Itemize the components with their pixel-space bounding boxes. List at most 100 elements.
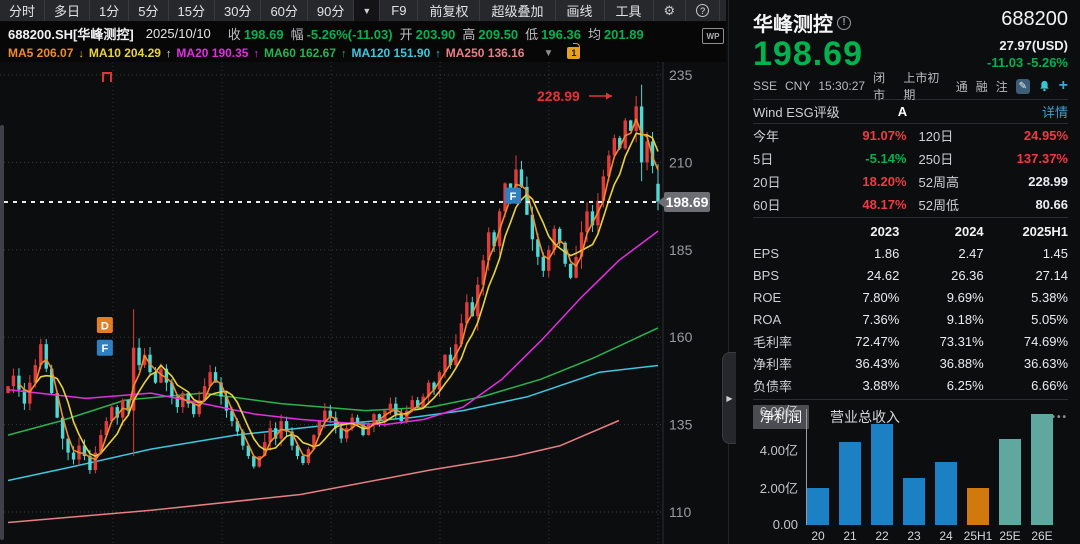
svg-text:D: D: [101, 320, 109, 332]
candlestick-chart[interactable]: 235210185160135110198.69228.99DFF: [0, 62, 726, 544]
toolbar-tab[interactable]: 分时: [0, 0, 45, 21]
status-item: 通: [956, 78, 968, 95]
toolbar-tab[interactable]: 画线: [556, 0, 605, 21]
stock-name: 华峰测控 !: [753, 8, 851, 37]
quote-field-value: -5.26%(-11.03): [307, 27, 393, 42]
performance-grid: 今年91.07%120日24.95%5日-5.14%250日137.37%20日…: [753, 124, 1068, 216]
add-icon[interactable]: +: [1059, 79, 1068, 93]
perf-label: 120日: [907, 124, 977, 147]
ma-legend-item: MA10 204.29: [89, 46, 161, 60]
quote-field-value: 201.89: [604, 27, 644, 42]
settings-button[interactable]: ⚙: [654, 0, 687, 21]
quote-field-label: 均: [588, 27, 601, 42]
trend-arrow-icon: ↓: [78, 48, 84, 60]
quote-field-value: 196.36: [541, 27, 581, 42]
bar-x-label: 20: [800, 529, 836, 543]
toolbar-tab[interactable]: 60分: [261, 0, 307, 21]
perf-label: 60日: [753, 193, 815, 216]
toolbar-tab[interactable]: 5分: [129, 0, 168, 21]
toolbar-tab[interactable]: F9: [380, 0, 418, 21]
financials-table: 202320242025H1EPS1.862.471.45BPS24.6226.…: [753, 217, 1068, 396]
perf-value: -5.14%: [815, 147, 907, 170]
ma-legend-item: MA250 136.16: [446, 46, 525, 60]
quote-date: 2025/10/10: [146, 26, 211, 41]
ma-legend-item: MA5 206.07: [8, 46, 73, 60]
bar[interactable]: [839, 442, 861, 525]
left-scrollbar[interactable]: [0, 125, 4, 540]
status-item: SSE: [753, 79, 777, 93]
play-icon: ▶: [726, 394, 732, 403]
esg-rating: A: [898, 104, 1042, 119]
toolbar-tab[interactable]: 1分: [90, 0, 129, 21]
fin-row-label: EPS: [753, 242, 815, 264]
chart-marker-f[interactable]: F: [97, 340, 113, 356]
status-row: SSECNY15:30:27闭市上市初期通融注✎+: [753, 76, 1068, 96]
edit-pencil-icon[interactable]: ✎: [1016, 79, 1030, 94]
fin-cell: 7.36%: [815, 308, 899, 330]
info-icon[interactable]: !: [837, 16, 851, 30]
ma-legend-items: MA5 206.07↓MA10 204.29↑MA20 190.35↑MA60 …: [8, 46, 529, 60]
fin-cell: 2.47: [899, 242, 983, 264]
bar[interactable]: [807, 488, 829, 525]
last-price-axis-label: 198.69: [666, 194, 709, 210]
toolbar-tab[interactable]: 30分: [215, 0, 261, 21]
fin-cell: 1.45: [984, 242, 1068, 264]
fin-cell: 74.69%: [984, 330, 1068, 352]
fin-row-label: ROE: [753, 286, 815, 308]
bar[interactable]: [999, 439, 1021, 525]
legend-collapse-icon[interactable]: ▼: [543, 48, 553, 59]
esg-detail-link[interactable]: 详情: [1042, 102, 1068, 121]
toolbar: 分时多日1分5分15分30分60分90分 ▼ F9前复权超级叠加画线工具 ⚙ ?…: [0, 0, 726, 22]
panel-expand-handle[interactable]: ▶: [722, 352, 736, 444]
status-item: CNY: [785, 79, 810, 93]
toolbar-tab[interactable]: 15分: [169, 0, 215, 21]
fin-year-header: 2023: [815, 220, 899, 242]
gear-icon: ⚙: [664, 3, 676, 19]
toolbar-tab[interactable]: 超级叠加: [480, 0, 555, 21]
ma-legend-item: MA20 190.35: [176, 46, 248, 60]
tool-tabs: F9前复权超级叠加画线工具: [380, 0, 653, 21]
bar[interactable]: [1031, 414, 1053, 525]
fin-cell: 36.88%: [899, 352, 983, 374]
perf-label: 5日: [753, 147, 815, 170]
perf-value: 137.37%: [977, 147, 1069, 170]
chart-marker-d[interactable]: D: [97, 317, 113, 333]
bar[interactable]: [967, 488, 989, 525]
toolbar-tab[interactable]: 多日: [45, 0, 90, 21]
fin-cell: 36.63%: [984, 352, 1068, 374]
fin-year-header: 2024: [899, 220, 983, 242]
price-axis-tick: 160: [669, 329, 693, 345]
bar[interactable]: [903, 478, 925, 525]
fin-cell: 3.88%: [815, 374, 899, 396]
fin-row-label: 毛利率: [753, 330, 815, 352]
help-icon: ?: [696, 4, 709, 17]
period-dropdown[interactable]: ▼: [354, 0, 380, 21]
chart-marker-f[interactable]: F: [505, 188, 521, 204]
bar-x-label: 24: [928, 529, 964, 543]
toolbar-tab[interactable]: 90分: [308, 0, 354, 21]
perf-value: 80.66: [977, 193, 1069, 216]
toolbar-tab[interactable]: 前复权: [418, 0, 480, 21]
bar-x-label: 26E: [1024, 529, 1060, 543]
bell-icon[interactable]: [1038, 79, 1051, 93]
fin-cell: 36.43%: [815, 352, 899, 374]
help-button[interactable]: ?: [686, 0, 720, 21]
unlock-icon[interactable]: 1: [567, 47, 580, 59]
quote-field-value: 209.50: [478, 27, 518, 42]
toolbar-tab[interactable]: 工具: [605, 0, 654, 21]
perf-label: 52周高: [907, 170, 977, 193]
fin-row-label: ROA: [753, 308, 815, 330]
bar[interactable]: [871, 424, 893, 525]
wp-monitor-icon[interactable]: WP: [702, 28, 724, 44]
status-item: 闭市: [873, 69, 895, 103]
status-item: 融: [976, 78, 988, 95]
bar[interactable]: [935, 462, 957, 525]
status-item: 上市初期: [903, 69, 947, 103]
svg-text:F: F: [101, 343, 108, 355]
usd-price: 27.97(USD): [987, 37, 1068, 54]
svg-text:F: F: [510, 191, 517, 203]
chevron-down-icon: ▼: [362, 6, 371, 16]
perf-value: 18.20%: [815, 170, 907, 193]
bar-x-label: 21: [832, 529, 868, 543]
perf-value: 48.17%: [815, 193, 907, 216]
